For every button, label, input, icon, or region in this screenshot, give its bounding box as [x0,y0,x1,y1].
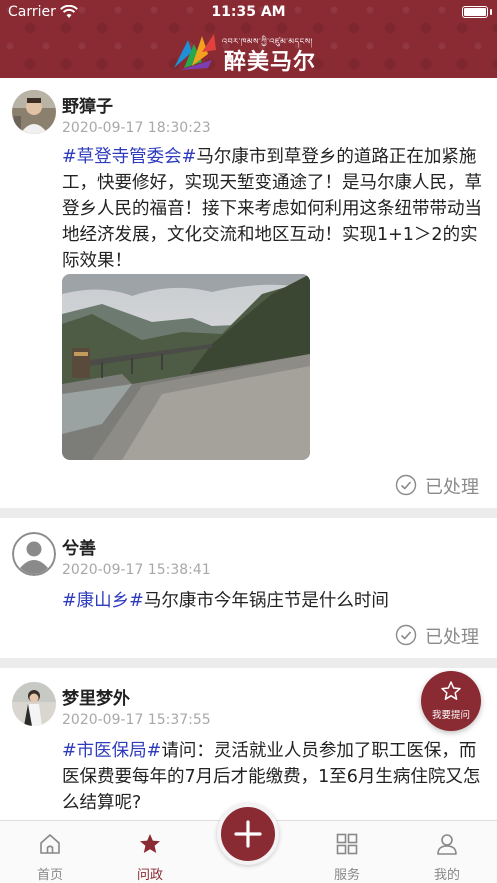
post-timestamp: 2020-09-17 18:30:23 [62,120,211,136]
status-label: 已处理 [425,477,479,498]
check-circle-icon [395,474,417,496]
grid-icon [336,833,358,855]
ask-question-button[interactable]: 我要提问 [421,671,481,731]
brand-logo-block: འབར་ཁམས་ཀྱི་འཛུམ་མདངས། 醉美马尔康 [172,30,332,107]
username[interactable]: 兮善 [62,534,96,559]
tab-label: 我的 [433,868,460,883]
plus-icon [234,820,262,848]
battery-icon [462,6,488,18]
topic-tag[interactable]: #草登寺管委会# [62,147,196,167]
post-content[interactable]: #草登寺管委会#马尔康市到草登乡的道路正在加紧施工，快要修好，实现天堑变通途了！… [62,144,486,274]
clock: 11:35 AM [211,4,286,20]
username[interactable]: 梦里梦外 [62,684,130,709]
post-text: 马尔康市今年锅庄节是什么时间 [143,591,389,611]
check-circle-icon [395,624,417,646]
person-icon [437,834,457,855]
tab-mine[interactable]: 我的 [407,821,487,883]
topic-tag[interactable]: #康山乡# [62,591,144,611]
post-timestamp: 2020-09-17 15:38:41 [62,562,211,578]
topic-tag[interactable]: #市医保局# [62,741,161,761]
status-processed: 已处理 [395,623,483,648]
home-icon [40,834,60,854]
post-photo[interactable] [62,274,310,460]
user-avatar[interactable] [12,90,56,134]
post-content[interactable]: #市医保局#请问：灵活就业人员参加了职工医保，而医保费要每年的7月后才能缴费，1… [62,738,486,816]
star-icon [140,834,160,853]
status-label: 已处理 [425,627,479,648]
post-card[interactable]: 野獐子 2020-09-17 18:30:23 #草登寺管委会#马尔康市到草登乡… [0,78,497,508]
battery-tip [490,9,492,15]
ask-label: 我要提问 [431,710,470,721]
tab-home[interactable]: 首页 [10,821,90,883]
logo-icon [174,34,216,70]
user-avatar[interactable] [12,532,56,576]
post-card[interactable]: 兮善 2020-09-17 15:38:41 #康山乡#马尔康市今年锅庄节是什么… [0,518,497,658]
post-timestamp: 2020-09-17 15:37:55 [62,712,211,728]
username[interactable]: 野獐子 [62,92,113,117]
tab-label: 问政 [136,868,163,883]
status-bar: Carrier 11:35 AM [0,0,497,26]
tab-label: 首页 [36,868,63,883]
tab-service[interactable]: 服务 [307,821,387,883]
tab-ask[interactable]: 问政 [110,821,190,883]
compose-button[interactable] [217,803,279,865]
post-content[interactable]: #康山乡#马尔康市今年锅庄节是什么时间 [62,588,486,614]
star-outline-icon [441,681,461,700]
status-processed: 已处理 [395,473,483,498]
app-header: Carrier 11:35 AM འབར་ཁམས་ཀྱི་འཛུམ་མདངས། … [0,0,497,107]
user-avatar[interactable] [12,682,56,726]
tab-label: 服务 [333,868,360,883]
